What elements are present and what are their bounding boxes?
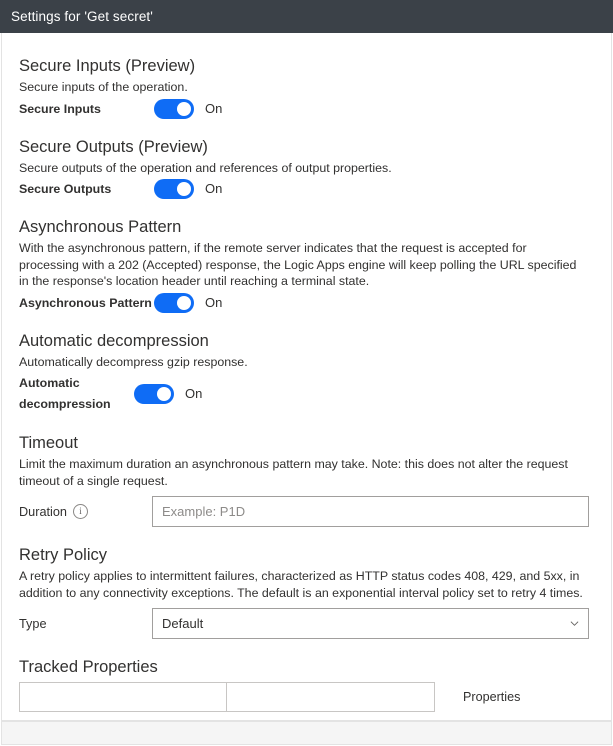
section-retry-policy: Retry Policy A retry policy applies to i… — [19, 544, 589, 639]
tracked-property-key-input[interactable] — [19, 682, 227, 712]
retry-type-selected-value: Default — [162, 616, 204, 631]
automatic-decompression-toggle[interactable] — [134, 384, 174, 404]
section-secure-inputs: Secure Inputs (Preview) Secure inputs of… — [19, 55, 589, 119]
settings-content: Secure Inputs (Preview) Secure inputs of… — [2, 33, 611, 720]
timeout-duration-row: Duration i — [19, 496, 589, 527]
secure-inputs-toggle-state: On — [205, 100, 223, 116]
toggle-knob — [177, 182, 191, 196]
toggle-knob — [177, 295, 191, 310]
automatic-decompression-toggle-row: Automatic decompression On — [19, 373, 589, 415]
secure-outputs-title: Secure Outputs (Preview) — [19, 137, 208, 156]
secure-outputs-description: Secure outputs of the operation and refe… — [19, 160, 392, 175]
tracked-properties-row: Properties — [19, 682, 589, 712]
retry-policy-type-row: Type Default — [19, 608, 589, 639]
retry-type-select-wrap: Default — [152, 608, 589, 639]
timeout-title: Timeout — [19, 434, 78, 452]
section-asynchronous-pattern: Asynchronous Pattern With the asynchrono… — [19, 216, 589, 313]
asynchronous-pattern-title: Asynchronous Pattern — [19, 218, 182, 236]
tracked-property-value-input[interactable] — [227, 682, 435, 712]
asynchronous-pattern-toggle-state: On — [205, 294, 223, 310]
asynchronous-pattern-toggle-label: Asynchronous Pattern — [19, 295, 152, 310]
secure-outputs-toggle-row: Secure Outputs On — [19, 179, 589, 199]
secure-outputs-toggle-state: On — [205, 181, 223, 196]
info-icon[interactable]: i — [72, 504, 88, 519]
settings-body: Secure Inputs (Preview) Secure inputs of… — [1, 33, 612, 721]
duration-input[interactable] — [152, 496, 589, 527]
settings-panel: Settings for 'Get secret' Secure Inputs … — [0, 0, 613, 746]
asynchronous-pattern-description: With the asynchronous pattern, if the re… — [19, 241, 577, 288]
secure-outputs-toggle[interactable] — [154, 179, 194, 199]
retry-type-label: Type — [19, 616, 47, 631]
window-titlebar: Settings for 'Get secret' — [0, 0, 613, 33]
section-automatic-decompression: Automatic decompression Automatically de… — [19, 330, 589, 416]
section-tracked-properties: Tracked Properties Properties — [19, 656, 589, 712]
section-secure-outputs: Secure Outputs (Preview) Secure outputs … — [19, 136, 589, 199]
footer-bar — [1, 721, 612, 745]
duration-label-group: Duration i — [19, 504, 152, 519]
tracked-properties-title: Tracked Properties — [19, 658, 158, 676]
timeout-description: Limit the maximum duration an asynchrono… — [19, 457, 568, 488]
secure-inputs-toggle[interactable] — [154, 98, 194, 119]
automatic-decompression-title: Automatic decompression — [19, 331, 209, 350]
retry-policy-title: Retry Policy — [19, 546, 108, 564]
tracked-properties-caption: Properties — [463, 690, 521, 704]
retry-policy-description: A retry policy applies to intermittent f… — [19, 569, 583, 600]
toggle-knob — [157, 387, 171, 401]
secure-outputs-toggle-label: Secure Outputs — [19, 182, 112, 196]
secure-inputs-toggle-label: Secure Inputs — [19, 101, 101, 116]
window-title: Settings for 'Get secret' — [11, 9, 153, 24]
automatic-decompression-toggle-label: Automatic decompression — [19, 376, 111, 411]
asynchronous-pattern-toggle[interactable] — [154, 292, 194, 313]
duration-label: Duration — [19, 504, 67, 519]
secure-inputs-title: Secure Inputs (Preview) — [19, 57, 196, 75]
section-timeout: Timeout Limit the maximum duration an as… — [19, 432, 589, 527]
secure-inputs-description: Secure inputs of the operation. — [19, 80, 188, 94]
asynchronous-pattern-toggle-row: Asynchronous Pattern On — [19, 292, 589, 313]
automatic-decompression-description: Automatically decompress gzip response. — [19, 354, 248, 369]
secure-inputs-toggle-row: Secure Inputs On — [19, 98, 589, 119]
retry-type-select[interactable]: Default — [152, 608, 589, 639]
toggle-knob — [177, 101, 191, 116]
automatic-decompression-toggle-state: On — [185, 386, 203, 401]
